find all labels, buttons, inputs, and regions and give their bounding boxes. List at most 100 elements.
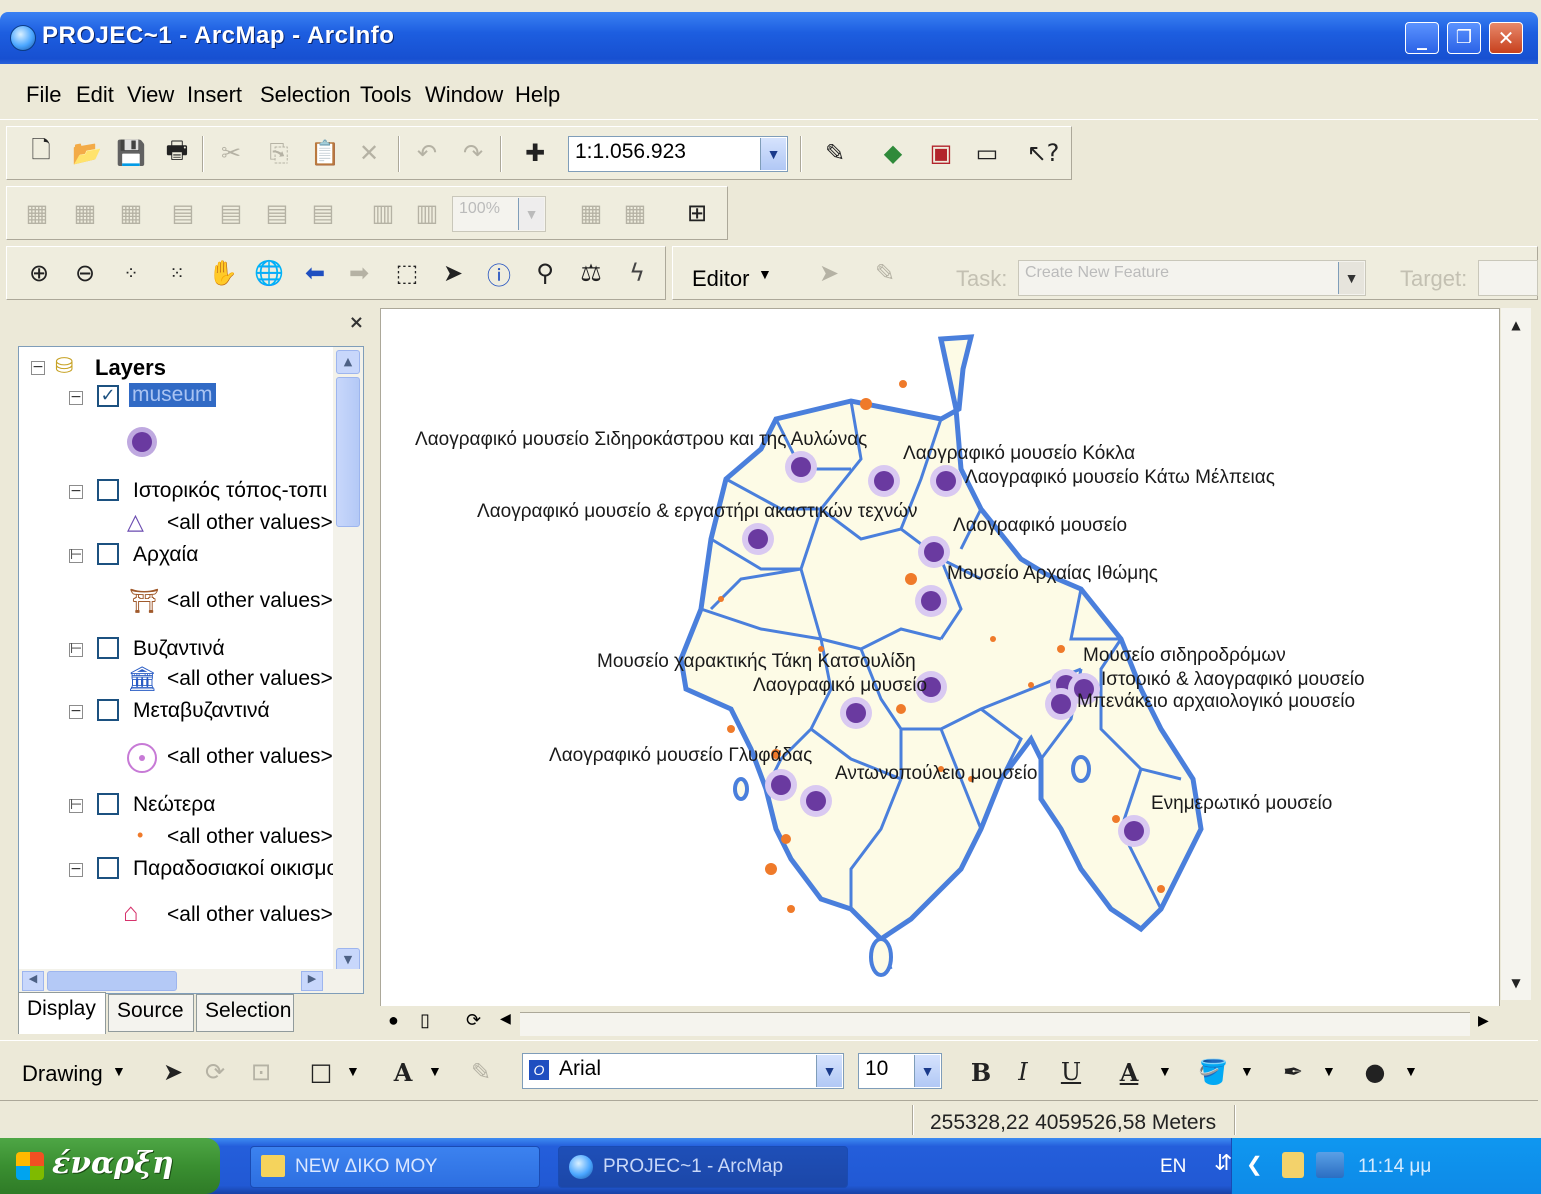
layer-checkbox-paradosiakoi[interactable] — [97, 857, 119, 879]
menu-insert[interactable]: Insert — [187, 82, 242, 108]
scroll-down-icon[interactable]: ▼ — [1503, 970, 1529, 996]
cut-icon[interactable]: ✂ — [214, 136, 248, 170]
target-combo[interactable] — [1478, 260, 1538, 296]
expand-icon[interactable]: ⊢ — [69, 642, 83, 657]
pan-hand-icon[interactable]: ✋ — [206, 256, 240, 290]
task-button-folder[interactable]: NEW ΔΙΚΟ ΜΟΥ — [250, 1146, 540, 1188]
toggle-draft-mode-icon[interactable]: ▦ — [574, 196, 608, 230]
toc-hscroll-thumb[interactable] — [47, 971, 177, 991]
rectangle-icon[interactable]: □ — [304, 1055, 338, 1089]
whats-this-help-icon[interactable]: ↖? — [1026, 136, 1060, 170]
collapse-icon[interactable]: − — [69, 862, 83, 877]
scroll-right-icon[interactable]: ▶ — [1478, 1012, 1489, 1029]
map-display[interactable]: Λαογραφικό μουσείο Σιδηροκάστρου και της… — [380, 308, 1500, 1008]
focus-data-frame-icon[interactable]: ▦ — [618, 196, 652, 230]
tab-selection[interactable]: Selection — [196, 994, 294, 1032]
messinia-map[interactable] — [381, 309, 1501, 1009]
chevron-down-icon[interactable]: ▼ — [428, 1063, 442, 1079]
task-combo[interactable]: Create New Feature ▼ — [1018, 260, 1366, 296]
tab-source[interactable]: Source — [108, 994, 194, 1032]
layer-museum[interactable]: museum — [129, 383, 216, 407]
data-view-globe-icon[interactable]: ● — [388, 1010, 399, 1031]
toc-scroll-thumb[interactable] — [336, 377, 360, 527]
identify-icon[interactable]: ⓘ — [482, 256, 516, 290]
scroll-left-icon[interactable]: ◀ — [500, 1010, 511, 1027]
layer-checkbox-archaia[interactable] — [97, 543, 119, 565]
layer-paradosiakoi[interactable]: Παραδοσιακοί οικισμο — [133, 857, 338, 881]
hyperlink-bolt-icon[interactable]: ϟ — [620, 256, 654, 290]
zoom-to-selected-icon[interactable]: ⊡ — [244, 1055, 278, 1089]
chevron-down-icon[interactable]: ▼ — [758, 266, 772, 282]
collapse-icon[interactable]: − — [69, 704, 83, 719]
forward-extent-icon[interactable]: ➡ — [342, 256, 376, 290]
find-binoculars-icon[interactable]: ⚲ — [528, 256, 562, 290]
expand-icon[interactable]: ⊢ — [69, 798, 83, 813]
layer-checkbox-neotera[interactable] — [97, 793, 119, 815]
map-horizontal-scrollbar[interactable] — [520, 1012, 1470, 1036]
change-layout-icon[interactable]: ⊞ — [680, 196, 714, 230]
fixed-zoom-out-icon[interactable]: ⁙ — [160, 256, 194, 290]
rotate-icon[interactable]: ⟳ — [198, 1055, 232, 1089]
layer-checkbox-vyzantina[interactable] — [97, 637, 119, 659]
sketch-tool-icon[interactable]: ✎ — [868, 256, 902, 290]
menu-tools[interactable]: Tools — [360, 82, 411, 108]
redo-icon[interactable]: ↷ — [456, 136, 490, 170]
select-features-icon[interactable]: ⬚ — [390, 256, 424, 290]
start-button[interactable]: έναρξη — [0, 1138, 220, 1194]
scroll-up-icon[interactable]: ▲ — [336, 350, 360, 374]
chevron-down-icon[interactable]: ▼ — [1404, 1063, 1418, 1079]
forward-extent-page-icon[interactable]: ▥ — [410, 196, 444, 230]
chevron-down-icon[interactable]: ▼ — [112, 1063, 126, 1079]
measure-icon[interactable]: ⚖ — [574, 256, 608, 290]
tray-expand-chevron-icon[interactable]: ❮ — [1246, 1152, 1263, 1177]
marker-color-icon[interactable]: ● — [1358, 1055, 1392, 1089]
add-data-icon[interactable]: ✚ — [518, 136, 552, 170]
chevron-down-icon[interactable]: ▼ — [760, 138, 786, 170]
undo-icon[interactable]: ↶ — [410, 136, 444, 170]
layer-checkbox-istorikos[interactable] — [97, 479, 119, 501]
tray-notes-icon[interactable] — [1282, 1152, 1304, 1178]
network-icon[interactable] — [1316, 1152, 1344, 1178]
chevron-down-icon[interactable]: ▼ — [816, 1055, 842, 1087]
layer-vyzantina[interactable]: Βυζαντινά — [133, 637, 225, 661]
chevron-down-icon[interactable]: ▼ — [1338, 262, 1364, 294]
chevron-down-icon[interactable]: ▼ — [518, 198, 544, 230]
maximize-button[interactable]: ❐ — [1447, 22, 1481, 54]
full-extent-globe-icon[interactable]: 🌐 — [252, 256, 286, 290]
expand-icon[interactable]: ⊢ — [69, 548, 83, 563]
menu-selection[interactable]: Selection — [260, 82, 351, 108]
layout-zoom-combo[interactable]: 100% ▼ — [452, 196, 546, 232]
minimize-button[interactable]: _ — [1405, 22, 1439, 54]
underline-button[interactable]: U — [1054, 1055, 1088, 1089]
open-folder-icon[interactable]: 📂 — [70, 136, 104, 170]
language-indicator[interactable]: EN — [1160, 1156, 1186, 1178]
toc-vertical-scrollbar[interactable]: ▲ ▼ — [333, 347, 363, 975]
edit-tool-icon[interactable]: ➤ — [812, 256, 846, 290]
copy-icon[interactable]: ⎘ — [262, 136, 296, 170]
delete-icon[interactable]: ✕ — [352, 136, 386, 170]
menu-window[interactable]: Window — [425, 82, 503, 108]
layer-istorikos[interactable]: Ιστορικός τόπος-τοπι — [133, 479, 327, 503]
back-extent-icon[interactable]: ⬅ — [298, 256, 332, 290]
layout-view-page-icon[interactable]: ▯ — [420, 1010, 430, 1031]
chevron-down-icon[interactable]: ▼ — [346, 1063, 360, 1079]
collapse-icon[interactable]: − — [69, 390, 83, 405]
scroll-left-icon[interactable]: ◀ — [22, 971, 44, 991]
map-scale-combo[interactable]: 1:1.056.923 ▼ — [568, 136, 788, 172]
fixed-zoom-in-icon[interactable]: ▤ — [260, 196, 294, 230]
refresh-icon[interactable]: ⟳ — [466, 1010, 481, 1031]
layer-checkbox-museum[interactable]: ✓ — [97, 385, 119, 407]
zoom-in-page-icon[interactable]: ▦ — [20, 196, 54, 230]
chevron-down-icon[interactable]: ▼ — [914, 1055, 940, 1087]
close-icon[interactable]: × — [349, 312, 364, 333]
arctoolbox-icon[interactable]: ▣ — [924, 136, 958, 170]
print-icon[interactable]: 🖶 — [160, 136, 194, 170]
edit-vertices-icon[interactable]: ✎ — [464, 1055, 498, 1089]
language-toggle-icon[interactable]: ⇵ — [1214, 1150, 1232, 1176]
menu-edit[interactable]: Edit — [76, 82, 114, 108]
italic-button[interactable]: I — [1006, 1055, 1040, 1089]
font-size-combo[interactable]: 10 ▼ — [858, 1053, 942, 1089]
select-elements-arrow-icon[interactable]: ➤ — [156, 1055, 190, 1089]
scroll-right-icon[interactable]: ▶ — [301, 971, 323, 991]
editor-toolbar-icon[interactable]: ✎ — [818, 136, 852, 170]
